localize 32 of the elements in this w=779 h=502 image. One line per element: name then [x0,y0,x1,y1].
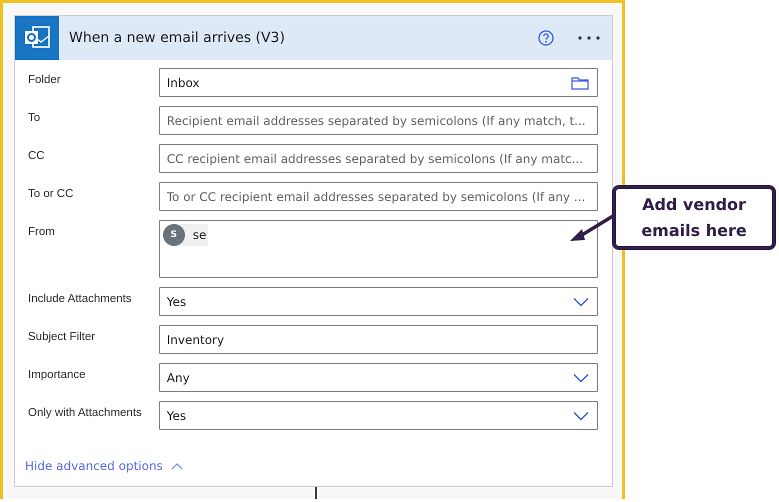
input-field[interactable]: Inventory [158,325,598,354]
field-label: From [28,225,56,238]
token-chip[interactable]: S se [162,224,208,246]
dropdown-field[interactable]: Yes [158,401,598,430]
callout-arrow [569,213,615,243]
chevron-down-icon[interactable] [573,296,589,306]
chevron-up-icon[interactable] [170,462,183,470]
input-field[interactable]: To or CC recipient email addresses separated by semicolons (If any ... [158,182,598,211]
field-label: Only with Attachments [28,406,143,419]
field-label: Subject Filter [28,330,96,343]
input-field[interactable]: Recipient email addresses separated by semicolons (If any match, t... [158,106,598,135]
field-label: Folder [28,73,62,86]
card-title: When a new email arrives (V3) [69,30,286,46]
field-label: Include Attachments [28,292,133,305]
field-label: To or CC [28,187,74,200]
chevron-down-icon[interactable] [573,410,589,420]
more-options-icon[interactable] [578,36,600,40]
field-label: Importance [28,368,87,381]
help-icon[interactable] [538,30,554,46]
folder-field[interactable]: Inbox [158,68,598,97]
dropdown-field[interactable]: Any [158,363,598,392]
dropdown-field[interactable]: Yes [158,287,598,316]
folder-icon[interactable] [571,76,589,90]
field-label: To [28,111,42,124]
callout-note: Add vendor emails here [612,185,776,250]
field-label: CC [28,149,46,162]
avatar-initial: S [162,224,185,246]
input-field[interactable]: CC recipient email addresses separated by semicolons (If any matc... [158,144,598,173]
token-text: se [192,228,206,242]
input-field[interactable]: S se [158,220,598,278]
chevron-down-icon[interactable] [573,372,589,382]
hide-advanced-options-link[interactable]: Hide advanced options [25,459,183,473]
